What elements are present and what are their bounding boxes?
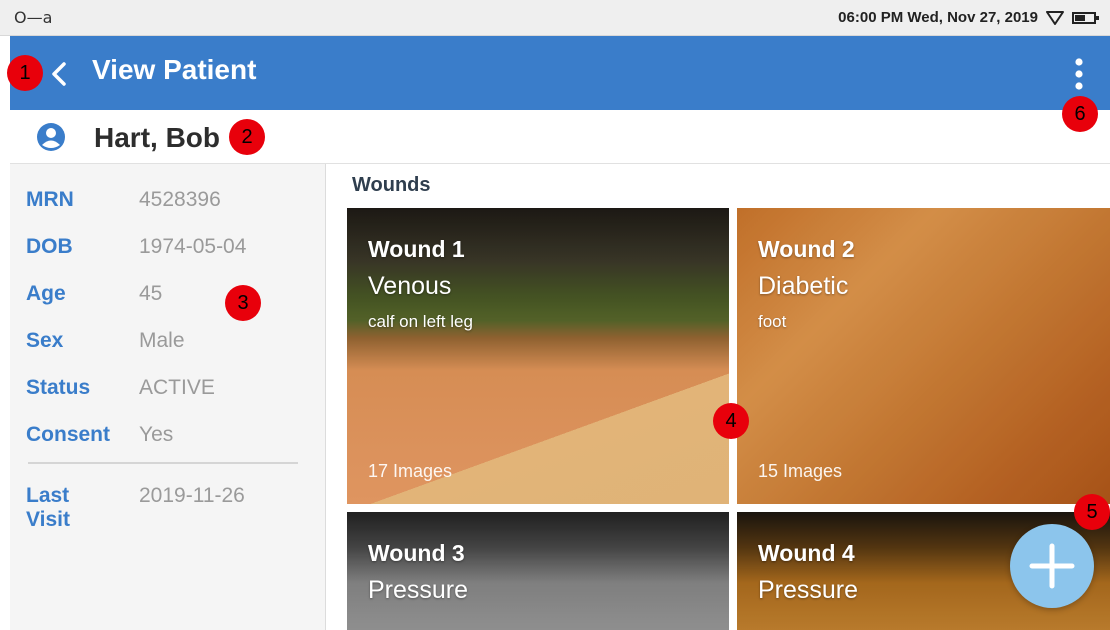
status-right: 06:00 PM Wed, Nov 27, 2019 xyxy=(838,9,1099,26)
battery-icon xyxy=(1072,11,1099,24)
annotation-marker: 3 xyxy=(225,285,261,321)
status-bar: O—a 06:00 PM Wed, Nov 27, 2019 xyxy=(0,0,1110,36)
page-title: View Patient xyxy=(92,54,257,85)
annotation-marker: 4 xyxy=(713,403,749,439)
info-value: 45 xyxy=(139,282,163,305)
info-label: Status xyxy=(26,376,91,399)
annotation-marker: 2 xyxy=(229,119,265,155)
info-label: MRN xyxy=(26,188,74,211)
patient-name: Hart, Bob xyxy=(94,122,220,153)
wound-name: Wound 1 xyxy=(368,236,465,262)
wound-location: calf on left leg xyxy=(368,312,473,331)
info-label: Age xyxy=(26,282,66,305)
wound-type: Venous xyxy=(368,272,452,300)
annotation-marker: 6 xyxy=(1062,96,1098,132)
wound-card[interactable]: Wound 3 Pressure xyxy=(347,512,729,630)
wound-card[interactable]: Wound 1 Venous calf on left leg 17 Image… xyxy=(347,208,729,504)
wound-location: foot xyxy=(758,312,787,331)
back-button[interactable] xyxy=(40,54,80,94)
status-time-date: 06:00 PM Wed, Nov 27, 2019 xyxy=(838,9,1038,26)
plus-icon xyxy=(1029,543,1075,589)
info-value: 1974-05-04 xyxy=(139,235,247,258)
wound-image-count: 17 Images xyxy=(368,461,453,481)
patient-header: Hart, Bob xyxy=(10,110,1110,164)
info-value: Yes xyxy=(139,423,174,446)
more-vertical-icon xyxy=(1075,58,1083,90)
wifi-icon xyxy=(1046,10,1064,25)
wound-name: Wound 3 xyxy=(368,540,465,566)
add-wound-button[interactable] xyxy=(1010,524,1094,608)
info-value: ACTIVE xyxy=(139,376,215,399)
wound-name: Wound 4 xyxy=(758,540,855,566)
info-label: Last Visit xyxy=(26,484,70,531)
info-value: Male xyxy=(139,329,185,352)
account-circle-icon xyxy=(37,123,65,151)
info-label: Sex xyxy=(26,329,64,352)
info-value: 4528396 xyxy=(139,188,221,211)
wound-image xyxy=(347,512,729,630)
info-value: 2019-11-26 xyxy=(139,484,245,507)
overflow-menu-button[interactable] xyxy=(1064,54,1094,94)
info-label: Consent xyxy=(26,423,110,446)
key-status-icon: O—a xyxy=(14,8,53,27)
patient-info-panel: MRN 4528396 DOB 1974-05-04 Age 45 Sex Ma… xyxy=(10,164,326,630)
info-label: DOB xyxy=(26,235,73,258)
wound-name: Wound 2 xyxy=(758,236,855,262)
wound-type: Pressure xyxy=(758,576,859,604)
wound-type: Diabetic xyxy=(758,272,849,300)
wound-image-count: 15 Images xyxy=(758,461,843,481)
annotation-marker: 1 xyxy=(7,55,43,91)
wound-type: Pressure xyxy=(368,576,469,604)
divider xyxy=(28,462,298,464)
annotation-marker: 5 xyxy=(1074,494,1110,530)
wounds-section-title: Wounds xyxy=(352,174,431,196)
chevron-left-icon xyxy=(52,62,66,86)
wound-card[interactable]: Wound 2 Diabetic foot 15 Images xyxy=(737,208,1110,504)
app-bar: View Patient xyxy=(10,36,1110,110)
